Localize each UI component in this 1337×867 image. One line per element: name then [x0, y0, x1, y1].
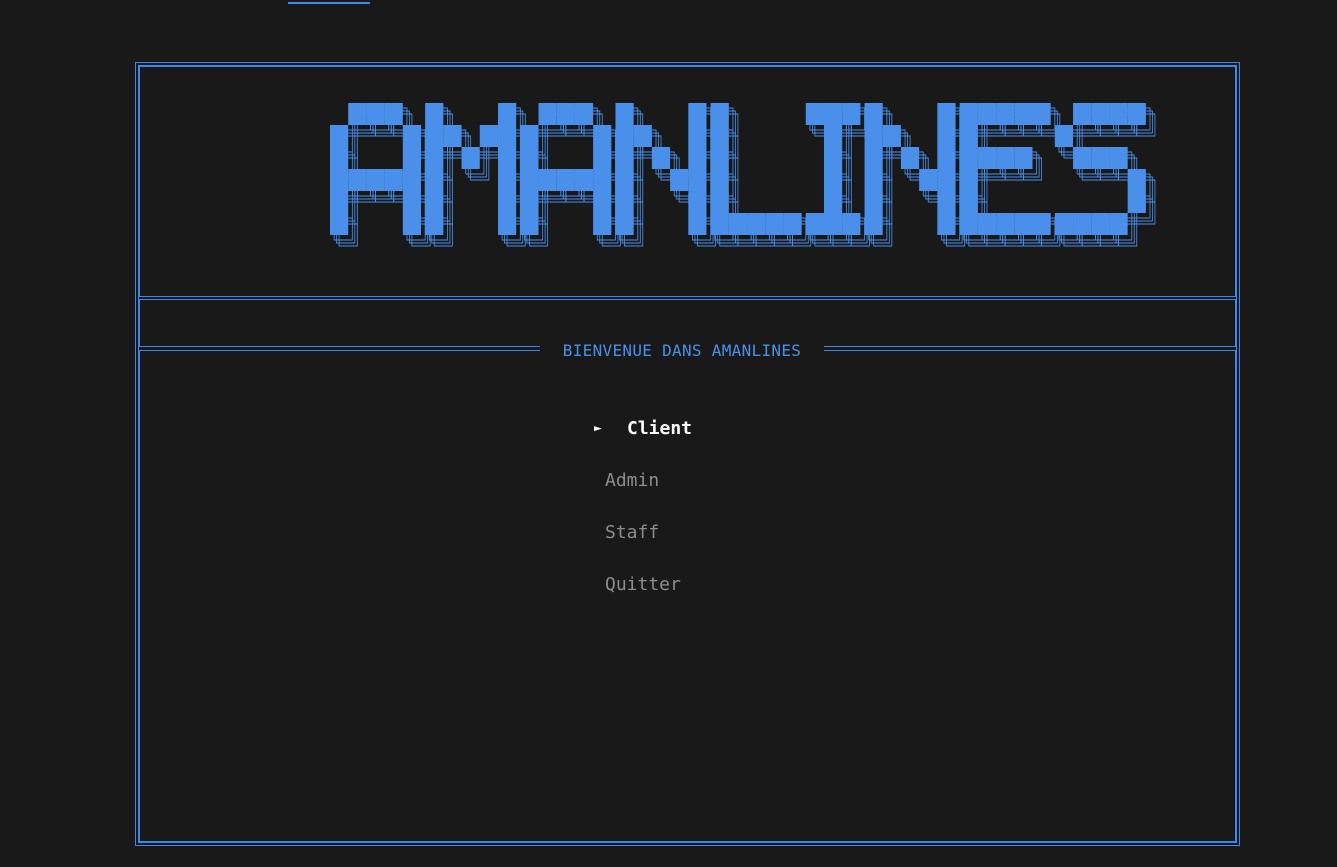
menu-item-client[interactable]: ► Client [590, 416, 890, 468]
panel-title: BIENVENUE DANS AMANLINES [540, 340, 824, 362]
active-tab-underline [288, 2, 370, 4]
menu-item-quitter[interactable]: Quitter [590, 572, 890, 624]
menu-item-label: Staff [605, 522, 660, 543]
main-menu: ► Client Admin Staff Quitter [590, 416, 890, 624]
menu-item-label: Quitter [605, 574, 681, 595]
header-panel [139, 66, 1236, 297]
selector-arrow-icon: ► [594, 421, 602, 436]
logo-banner-graphic [330, 103, 1156, 247]
menu-item-label: Client [627, 418, 693, 439]
app-logo [330, 103, 1160, 267]
menu-item-admin[interactable]: Admin [590, 468, 890, 520]
menu-item-label: Admin [605, 470, 660, 491]
menu-item-staff[interactable]: Staff [590, 520, 890, 572]
